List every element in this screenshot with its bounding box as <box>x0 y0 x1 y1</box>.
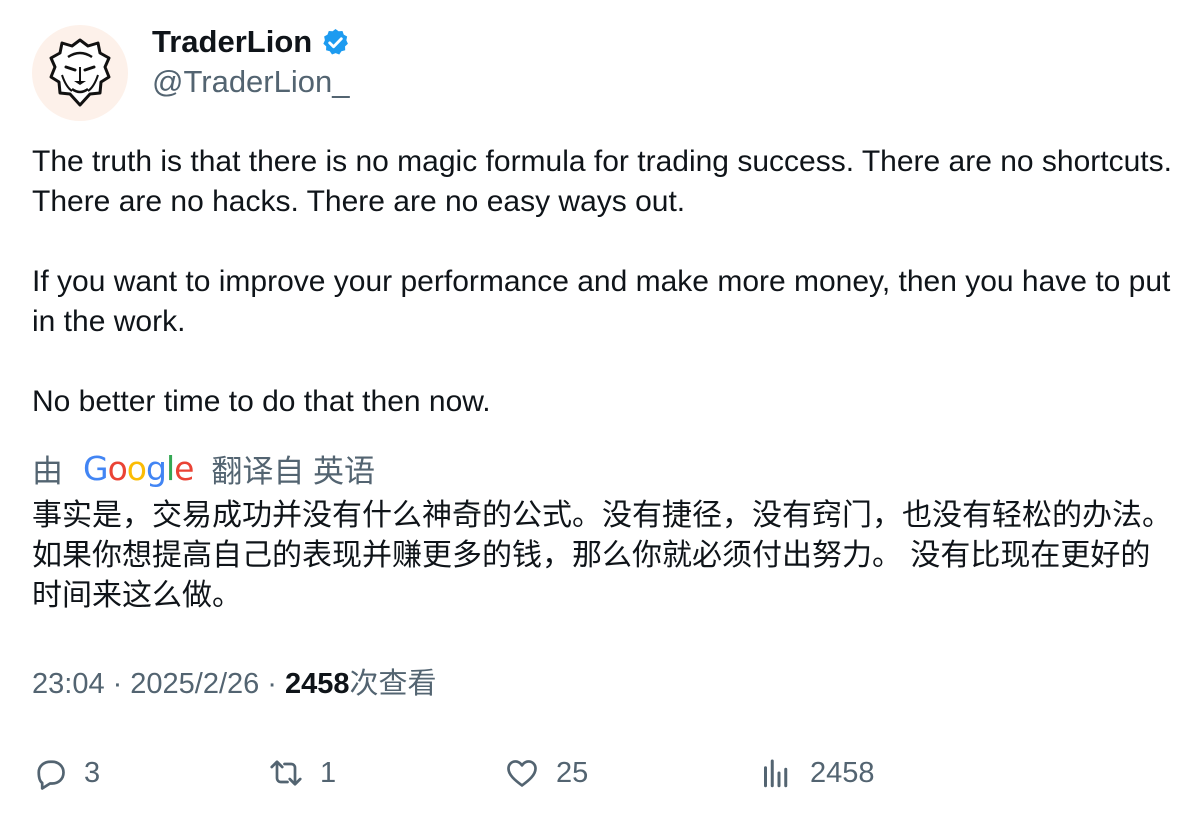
translated-text: 事实是，交易成功并没有什么神奇的公式。没有捷径，没有窍门，也没有轻松的办法。 如… <box>32 499 1181 612</box>
views-button[interactable]: 2458 <box>758 750 875 796</box>
views-label: 次查看 <box>349 668 437 700</box>
meta-separator: · <box>112 668 123 700</box>
retweet-button[interactable]: 1 <box>268 750 336 796</box>
verified-badge-icon <box>323 28 349 55</box>
tweet-text: The truth is that there is no magic form… <box>32 145 1172 418</box>
lion-logo-icon <box>49 38 111 107</box>
views-count: 2458 <box>284 668 350 700</box>
tweet-date[interactable]: 2025/2/26 <box>130 664 259 704</box>
reply-button[interactable]: 3 <box>32 750 100 796</box>
analytics-icon <box>764 759 788 788</box>
tweet-time[interactable]: 23:04 <box>32 664 105 704</box>
reply-icon <box>37 760 65 790</box>
views-action-count: 2458 <box>810 756 875 789</box>
heart-icon <box>507 760 537 787</box>
meta-separator: · <box>267 668 277 700</box>
like-button[interactable]: 25 <box>504 750 588 796</box>
like-count: 25 <box>556 756 589 789</box>
author-handle[interactable]: @TraderLion_ <box>152 62 349 102</box>
retweet-icon <box>270 760 302 786</box>
author-display-name[interactable]: TraderLion <box>152 22 312 62</box>
google-logo[interactable]: Google <box>83 449 194 488</box>
translation-prefix: 由 <box>32 453 63 489</box>
retweet-count: 1 <box>320 756 337 789</box>
reply-count: 3 <box>84 756 101 789</box>
translation-source-language: 翻译自 英语 <box>211 453 376 489</box>
avatar[interactable] <box>32 25 128 121</box>
tweet-meta: 23:04 · 2025/2/26 · 2458 次查看 <box>32 664 436 704</box>
action-bar: 3 1 25 2458 <box>32 750 1172 796</box>
translation-attribution: 由 Google 翻译自 英语 <box>32 447 375 489</box>
